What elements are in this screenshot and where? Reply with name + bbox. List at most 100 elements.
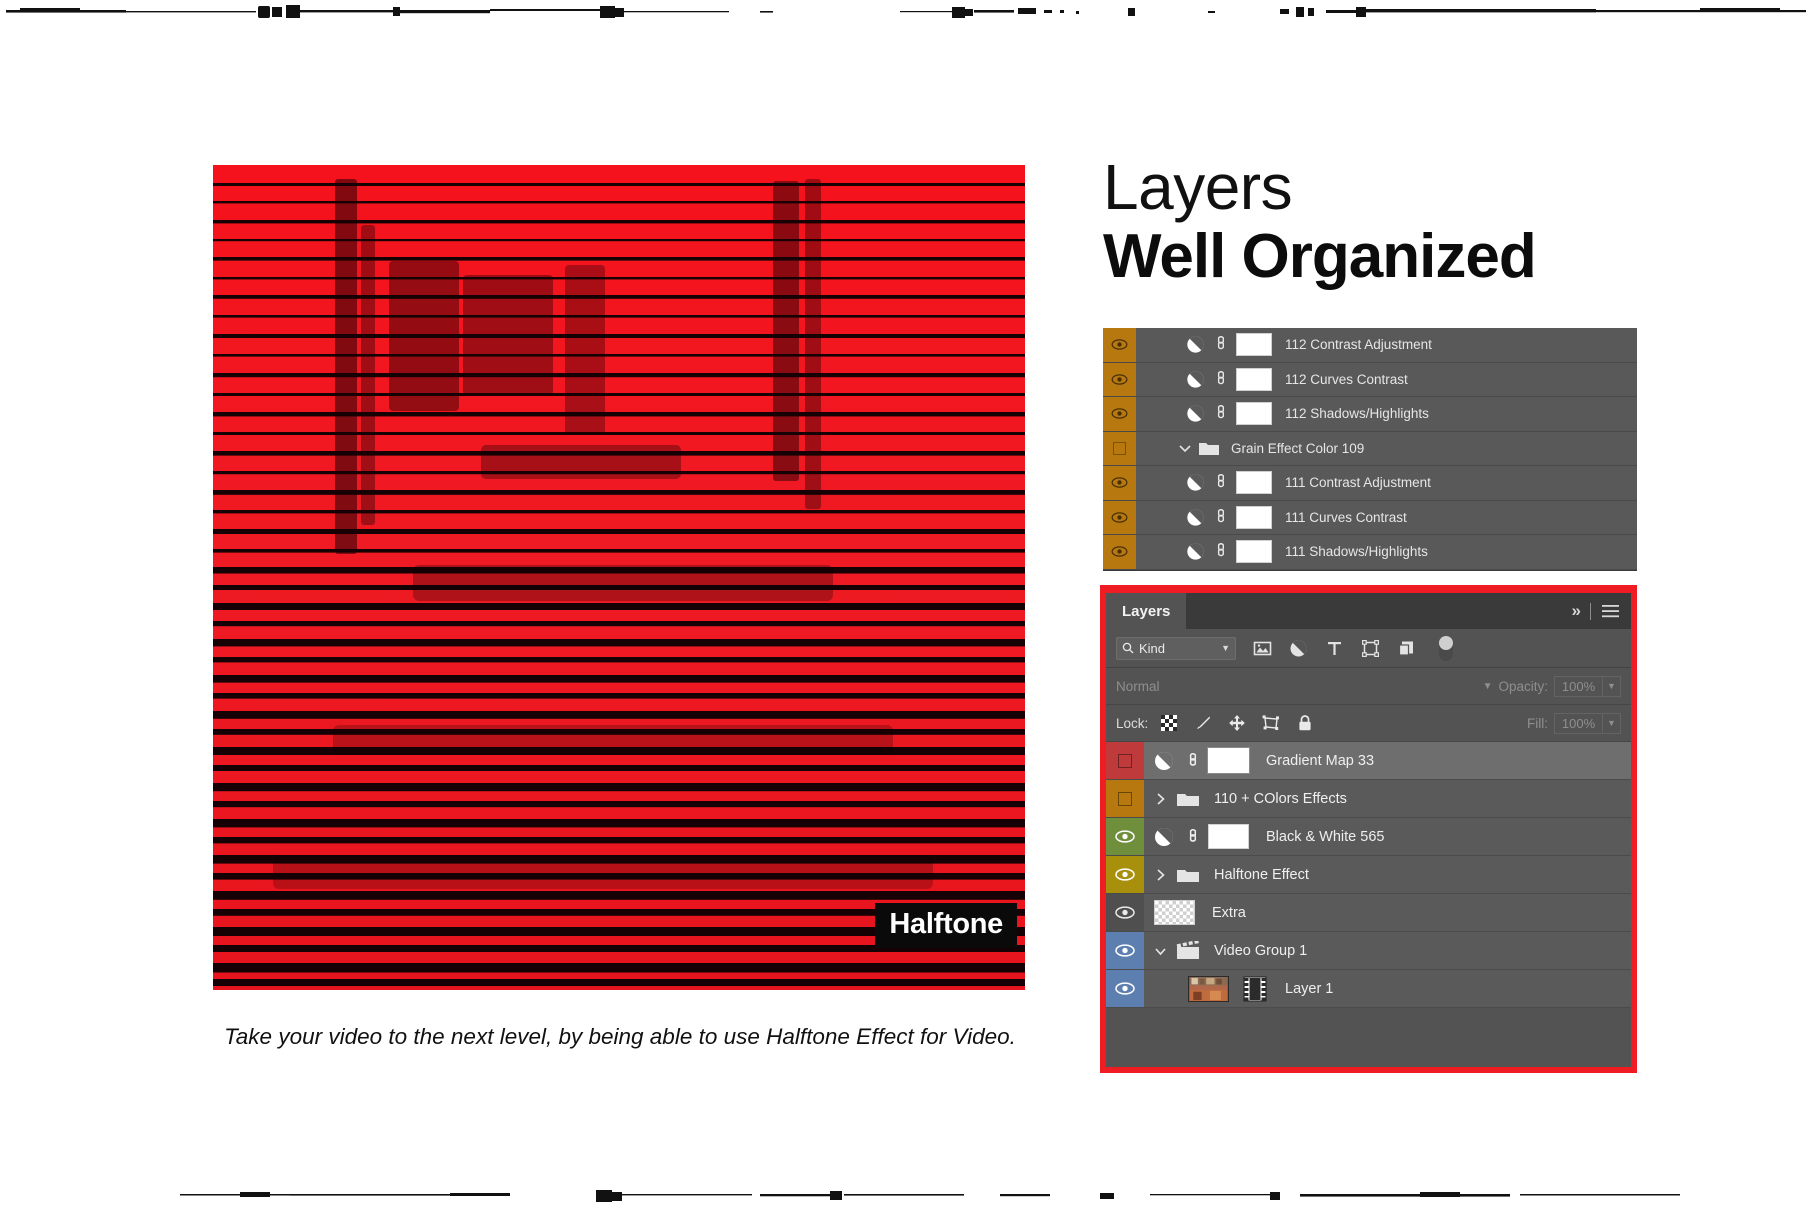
tab-layers[interactable]: Layers <box>1106 593 1187 629</box>
layer-row-extra[interactable]: Extra <box>1106 894 1631 932</box>
visibility-toggle[interactable] <box>1103 328 1136 362</box>
visibility-toggle[interactable] <box>1103 431 1136 465</box>
filter-kind-select[interactable]: Kind ▼ <box>1116 636 1236 660</box>
adjustment-half-circle-icon <box>1187 405 1204 422</box>
layer-row-body: Black & White 565 <box>1144 824 1631 849</box>
visibility-toggle[interactable] <box>1103 466 1136 500</box>
layers-list: Gradient Map 33 110 + COlors Effects Bla… <box>1106 742 1631 1008</box>
link-icon[interactable] <box>1214 473 1227 492</box>
layer-row-body: Gradient Map 33 <box>1144 747 1631 774</box>
link-icon[interactable] <box>1186 827 1199 847</box>
filter-kind-label: Kind <box>1139 640 1166 656</box>
film-strip-icon <box>1243 975 1267 1002</box>
chevron-down-icon[interactable] <box>1178 441 1192 455</box>
link-icon[interactable] <box>1214 404 1227 423</box>
lock-position-move-icon[interactable] <box>1228 714 1246 732</box>
layer-row-video-group[interactable]: Video Group 1 <box>1106 932 1631 970</box>
fill-group: Fill: 100% ▼ <box>1527 712 1621 734</box>
type-layer-filter-icon[interactable] <box>1325 639 1344 658</box>
visibility-toggle[interactable] <box>1106 970 1144 1007</box>
link-icon[interactable] <box>1214 508 1227 527</box>
layer-name: Gradient Map 33 <box>1266 752 1375 769</box>
layer-mask-thumbnail[interactable] <box>1236 540 1272 564</box>
link-icon[interactable] <box>1186 751 1199 771</box>
visibility-toggle[interactable] <box>1106 780 1144 817</box>
link-icon[interactable] <box>1214 335 1227 354</box>
lock-transparent-pixels-icon[interactable] <box>1160 714 1178 732</box>
visibility-toggle[interactable] <box>1106 742 1144 779</box>
layer-mask-thumbnail[interactable] <box>1236 367 1272 391</box>
visibility-toggle[interactable] <box>1103 535 1136 569</box>
layer-row-colors-effects-group[interactable]: 110 + COlors Effects <box>1106 780 1631 818</box>
eye-icon <box>1111 477 1128 488</box>
eye-icon <box>1115 944 1135 957</box>
layer-row-black-and-white[interactable]: Black & White 565 <box>1106 818 1631 856</box>
adjustment-half-circle-icon <box>1155 827 1173 846</box>
smart-object-filter-icon[interactable] <box>1397 639 1416 658</box>
lock-icon-group <box>1160 714 1314 732</box>
adjustment-half-circle-icon <box>1187 371 1204 388</box>
lock-image-pixels-brush-icon[interactable] <box>1194 714 1212 732</box>
layer-row-gradient-map[interactable]: Gradient Map 33 <box>1106 742 1631 780</box>
transparent-checker-thumbnail[interactable] <box>1154 900 1195 925</box>
lock-artboard-nesting-icon[interactable] <box>1262 714 1280 732</box>
lock-all-padlock-icon[interactable] <box>1296 714 1314 732</box>
chevron-down-icon: ▼ <box>1482 680 1493 692</box>
toggle-knob <box>1439 635 1453 650</box>
fill-input[interactable]: 100% <box>1554 712 1603 734</box>
upper-layer-row[interactable]: 111 Shadows/Highlights <box>1103 535 1637 570</box>
filter-enable-toggle[interactable] <box>1439 635 1453 661</box>
blend-mode-select[interactable]: Normal ▼ <box>1116 675 1498 697</box>
eye-icon <box>1111 512 1128 523</box>
chevron-down-icon[interactable] <box>1154 944 1167 958</box>
page-root: Halftone Take your video to the next lev… <box>0 0 1820 1214</box>
opacity-input[interactable]: 100% <box>1554 675 1603 697</box>
layer-name: 110 + COlors Effects <box>1214 790 1347 807</box>
layer-row-halftone-effect-group[interactable]: Halftone Effect <box>1106 856 1631 894</box>
folder-icon <box>1177 869 1199 882</box>
visibility-toggle[interactable] <box>1103 362 1136 396</box>
adjustment-layer-filter-icon[interactable] <box>1289 639 1308 658</box>
visibility-toggle[interactable] <box>1103 500 1136 534</box>
layer-row-body: Extra <box>1144 900 1631 925</box>
layer-name: 112 Contrast Adjustment <box>1285 337 1432 353</box>
search-icon <box>1122 642 1134 654</box>
layer-mask-thumbnail[interactable] <box>1208 824 1249 849</box>
layer-mask-thumbnail[interactable] <box>1207 747 1250 774</box>
visibility-toggle[interactable] <box>1106 818 1144 855</box>
chevron-right-icon[interactable] <box>1154 792 1167 806</box>
eye-icon <box>1111 374 1128 385</box>
link-icon[interactable] <box>1214 542 1227 561</box>
fill-stepper-caret-icon[interactable]: ▼ <box>1603 712 1621 734</box>
layer-row-layer-1[interactable]: Layer 1 <box>1106 970 1631 1008</box>
upper-layer-row[interactable]: 111 Curves Contrast <box>1103 500 1637 535</box>
upper-layer-row[interactable]: 112 Shadows/Highlights <box>1103 397 1637 432</box>
upper-layer-row[interactable]: 111 Contrast Adjustment <box>1103 466 1637 501</box>
visibility-toggle[interactable] <box>1106 894 1144 931</box>
visibility-toggle[interactable] <box>1103 397 1136 431</box>
layer-name: 111 Shadows/Highlights <box>1285 544 1428 560</box>
layer-mask-thumbnail[interactable] <box>1236 402 1272 426</box>
chevron-double-right-icon[interactable]: » <box>1572 601 1582 621</box>
halftone-image: Halftone <box>213 165 1025 990</box>
upper-layer-group-row[interactable]: Grain Effect Color 109 <box>1103 431 1637 466</box>
chevron-right-icon[interactable] <box>1154 868 1167 882</box>
layer-name: 112 Shadows/Highlights <box>1285 406 1429 422</box>
video-thumbnail-image <box>1189 976 1228 1001</box>
upper-layer-row[interactable]: 112 Contrast Adjustment <box>1103 328 1637 363</box>
layer-name: 112 Curves Contrast <box>1285 371 1408 387</box>
layer-name: Grain Effect Color 109 <box>1231 440 1365 456</box>
video-thumbnail[interactable] <box>1188 975 1229 1002</box>
hamburger-menu-icon[interactable] <box>1602 604 1619 618</box>
visibility-toggle[interactable] <box>1106 932 1144 969</box>
shape-layer-filter-icon[interactable] <box>1361 639 1380 658</box>
layer-mask-thumbnail[interactable] <box>1236 505 1272 529</box>
upper-layer-row[interactable]: 112 Curves Contrast <box>1103 362 1637 397</box>
layer-mask-thumbnail[interactable] <box>1236 471 1272 495</box>
visibility-toggle[interactable] <box>1106 856 1144 893</box>
link-icon[interactable] <box>1214 370 1227 389</box>
opacity-stepper-caret-icon[interactable]: ▼ <box>1603 675 1621 697</box>
pixel-layer-filter-icon[interactable] <box>1253 639 1272 658</box>
layer-mask-thumbnail[interactable] <box>1236 333 1272 357</box>
adjustment-half-circle-icon <box>1187 336 1204 353</box>
